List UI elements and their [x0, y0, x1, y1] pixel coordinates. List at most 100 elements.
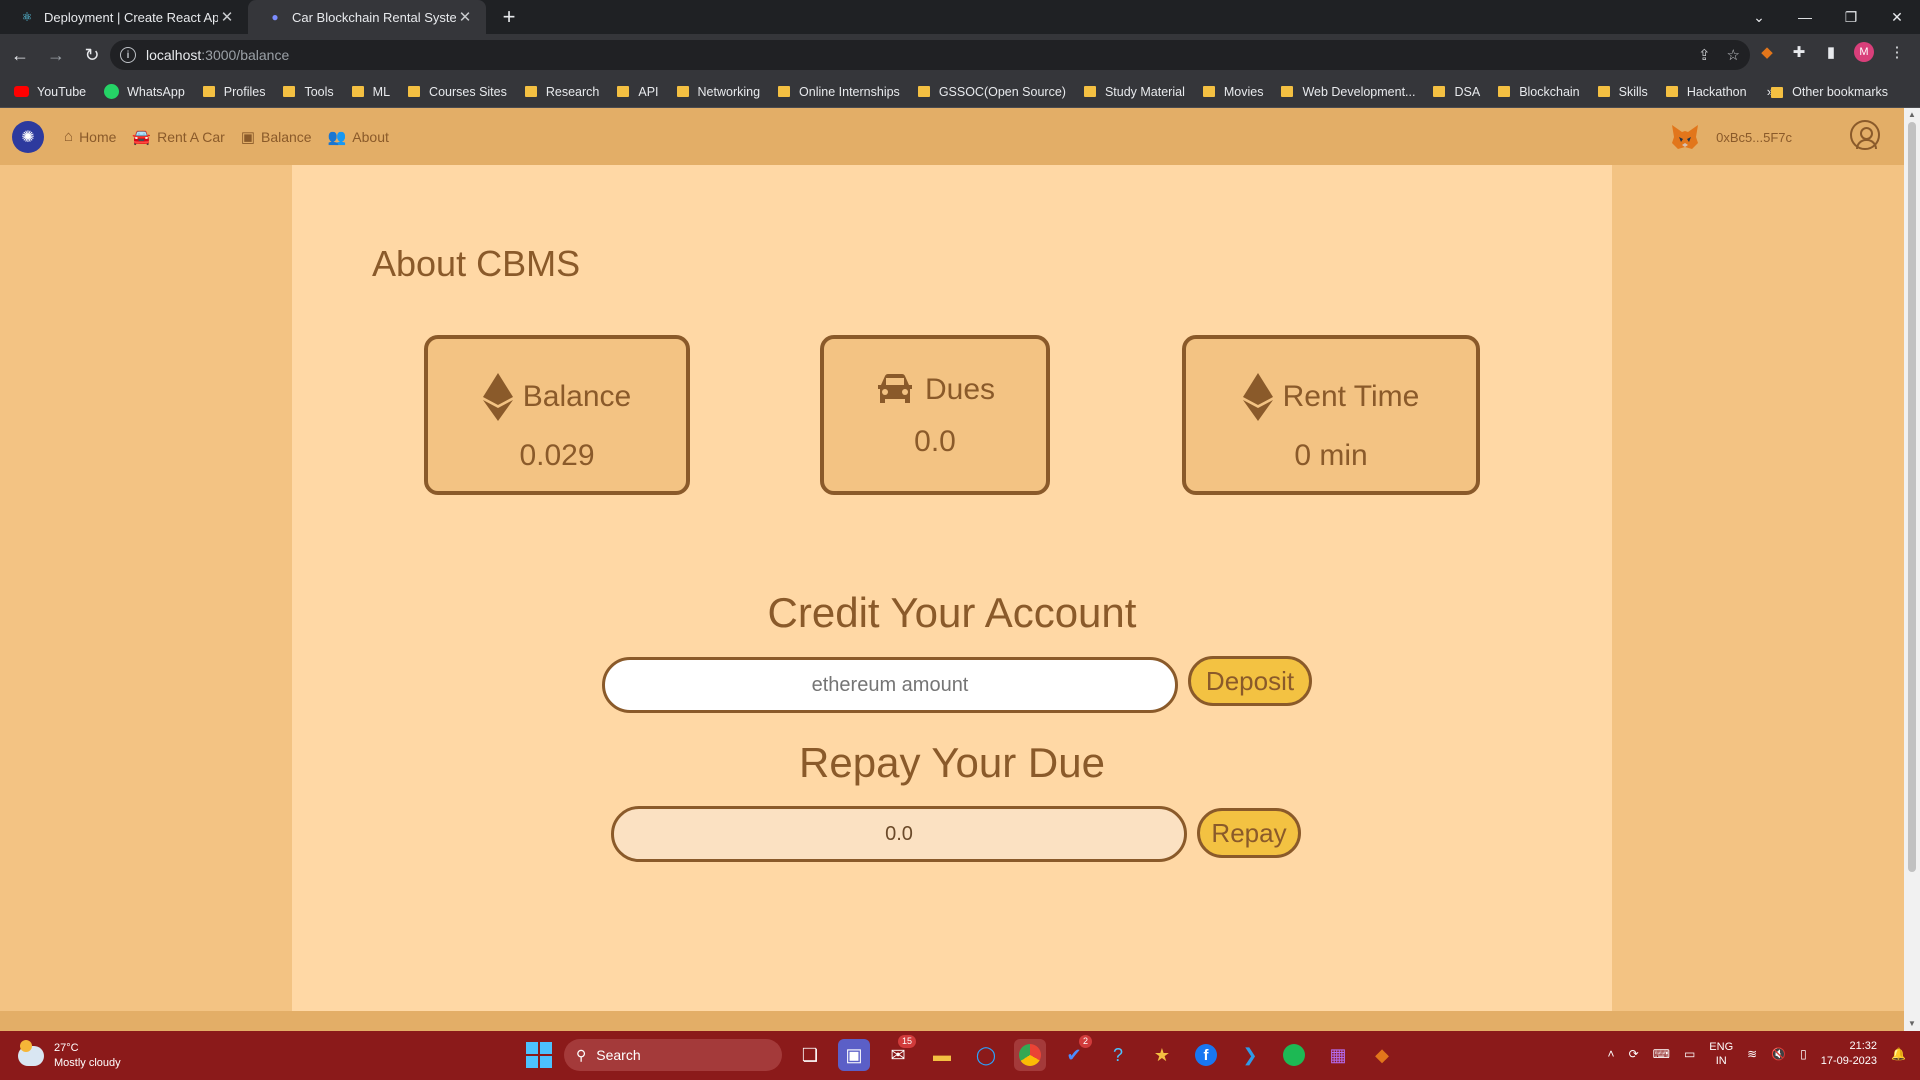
- repay-button[interactable]: Repay: [1197, 808, 1301, 858]
- nav-rent-a-car[interactable]: 🚘 Rent A Car: [132, 128, 224, 146]
- bookmark-online-internships[interactable]: Online Internships: [778, 85, 900, 99]
- bookmark-courses-sites[interactable]: Courses Sites: [408, 85, 507, 99]
- bookmark-profiles[interactable]: Profiles: [202, 85, 265, 99]
- facebook-icon[interactable]: f: [1190, 1039, 1222, 1071]
- clipchamp-icon[interactable]: ▦: [1322, 1039, 1354, 1071]
- bookmark-tools[interactable]: Tools: [283, 85, 334, 99]
- people-icon: 👥: [327, 128, 347, 146]
- bookmark-hackathon[interactable]: Hackathon: [1665, 85, 1747, 99]
- windows-start-icon[interactable]: [526, 1042, 552, 1068]
- bookmark-skills[interactable]: Skills: [1597, 85, 1648, 99]
- car-icon: 🚘: [132, 128, 152, 146]
- display-icon[interactable]: ▭: [1684, 1047, 1695, 1061]
- teams-chat-icon[interactable]: ▣: [838, 1039, 870, 1071]
- bookmark-networking[interactable]: Networking: [676, 85, 760, 99]
- bookmark-research[interactable]: Research: [524, 85, 599, 99]
- cbms-logo-icon[interactable]: ✺: [12, 120, 44, 153]
- tab-title: Deployment | Create React App: [44, 9, 218, 25]
- medal-icon[interactable]: ★: [1146, 1039, 1178, 1071]
- nav-about[interactable]: 👥 About: [328, 128, 389, 146]
- bookmark-whatsapp[interactable]: WhatsApp: [104, 84, 185, 99]
- wallet-icon: ▣: [240, 128, 255, 146]
- taskbar-search[interactable]: ⚲ Search: [564, 1039, 782, 1071]
- wifi-icon[interactable]: ≋: [1747, 1047, 1757, 1061]
- language-indicator[interactable]: ENG IN: [1709, 1040, 1733, 1068]
- bookmark-star-icon[interactable]: ☆: [1727, 46, 1740, 64]
- bookmark-label: Web Development...: [1302, 84, 1416, 99]
- notification-icon[interactable]: 🔔: [1891, 1047, 1906, 1061]
- tab-deployment[interactable]: ⚛ Deployment | Create React App ✕: [0, 0, 248, 34]
- page-scrollbar[interactable]: ▲ ▼: [1904, 108, 1920, 1031]
- restore-button[interactable]: ❐: [1828, 0, 1874, 34]
- new-tab-button[interactable]: +: [496, 4, 522, 30]
- tab-car-blockchain[interactable]: ● Car Blockchain Rental System ✕: [248, 0, 486, 34]
- bookmark-youtube[interactable]: YouTube: [14, 85, 86, 99]
- clock[interactable]: 21:32 17-09-2023: [1821, 1039, 1877, 1069]
- address-bar[interactable]: i localhost:3000/balance ⇪ ☆: [110, 40, 1750, 70]
- volume-muted-icon[interactable]: 🔇: [1771, 1047, 1786, 1061]
- lang-bottom: IN: [1715, 1055, 1727, 1067]
- folder-icon: [1498, 86, 1511, 97]
- tab-search-icon[interactable]: ⌄: [1736, 0, 1782, 34]
- weather-widget[interactable]: 27°C Mostly cloudy: [18, 1040, 121, 1071]
- task-view-icon[interactable]: ❏: [794, 1039, 826, 1071]
- back-button[interactable]: ←: [4, 39, 36, 71]
- deposit-button[interactable]: Deposit: [1188, 656, 1312, 706]
- nav-home[interactable]: ⌂ Home: [64, 128, 116, 145]
- metamask-extension-icon[interactable]: ◆: [1758, 43, 1776, 61]
- vscode-icon[interactable]: ❯: [1234, 1039, 1266, 1071]
- close-window-button[interactable]: ✕: [1874, 0, 1920, 34]
- bookmark-label: Other bookmarks: [1792, 85, 1888, 99]
- close-icon[interactable]: ✕: [456, 8, 474, 26]
- site-info-icon[interactable]: i: [120, 47, 136, 63]
- ethereum-amount-input[interactable]: [602, 657, 1178, 713]
- bookmark-label: WhatsApp: [127, 84, 185, 99]
- bookmark-dsa[interactable]: DSA: [1433, 85, 1480, 99]
- folder-icon: [524, 86, 537, 97]
- chrome-icon[interactable]: [1014, 1039, 1046, 1071]
- page-title: About CBMS: [372, 243, 581, 284]
- extensions-icon[interactable]: ✚: [1790, 43, 1808, 61]
- cortana-icon[interactable]: ◯: [970, 1039, 1002, 1071]
- close-icon[interactable]: ✕: [218, 8, 236, 26]
- forward-button[interactable]: →: [40, 39, 72, 71]
- scroll-up-arrow[interactable]: ▲: [1904, 108, 1920, 122]
- repay-amount-field[interactable]: [611, 806, 1187, 862]
- bookmark-study-material[interactable]: Study Material: [1083, 85, 1185, 99]
- other-bookmarks[interactable]: Other bookmarks: [1771, 76, 1888, 108]
- mail-icon[interactable]: ✉ 15: [882, 1035, 916, 1071]
- file-explorer-icon[interactable]: ▬: [926, 1039, 958, 1071]
- react-icon: ⚛: [21, 10, 33, 24]
- bookmark-web-development[interactable]: Web Development...: [1281, 85, 1415, 99]
- share-icon[interactable]: ⇪: [1698, 46, 1711, 64]
- bookmark-movies[interactable]: Movies: [1202, 85, 1263, 99]
- wallet-info[interactable]: 0xBc5...5F7c: [1670, 123, 1792, 151]
- todo-icon[interactable]: ✔ 2: [1058, 1035, 1092, 1071]
- windows-taskbar: 27°C Mostly cloudy ⚲ Search ❏ ▣ ✉ 15 ▬ ◯ …: [0, 1031, 1920, 1080]
- bookmark-api[interactable]: API: [617, 85, 659, 99]
- metamask-icon[interactable]: ◆: [1366, 1039, 1398, 1071]
- minimize-button[interactable]: —: [1782, 0, 1828, 34]
- bookmark-blockchain[interactable]: Blockchain: [1498, 85, 1580, 99]
- battery-icon[interactable]: ▯: [1800, 1047, 1807, 1061]
- reload-button[interactable]: ↻: [76, 39, 108, 71]
- scroll-down-arrow[interactable]: ▼: [1904, 1017, 1920, 1031]
- sync-icon[interactable]: ⟳: [1629, 1047, 1639, 1061]
- user-account-icon[interactable]: [1850, 120, 1880, 150]
- nav-balance[interactable]: ▣ Balance: [241, 128, 312, 146]
- credit-title: Credit Your Account: [767, 589, 1137, 636]
- menu-icon[interactable]: ⋮: [1888, 43, 1906, 61]
- spotify-icon[interactable]: [1278, 1039, 1310, 1071]
- chevron-up-icon[interactable]: ˄: [1608, 1047, 1615, 1061]
- scrollbar-thumb[interactable]: [1908, 122, 1916, 872]
- keyboard-icon[interactable]: ⌨: [1653, 1047, 1670, 1061]
- bookmark-gssoc[interactable]: GSSOC(Open Source): [917, 85, 1066, 99]
- window-controls: ⌄ — ❐ ✕: [1736, 0, 1920, 34]
- browser-tab-bar: ⚛ Deployment | Create React App ✕ ● Car …: [0, 0, 1920, 34]
- bookmark-ml[interactable]: ML: [351, 85, 390, 99]
- folder-icon: [1433, 86, 1446, 97]
- help-icon[interactable]: ?: [1102, 1039, 1134, 1071]
- side-panel-icon[interactable]: ▮: [1822, 43, 1840, 61]
- weather-desc: Mostly cloudy: [54, 1057, 121, 1069]
- profile-avatar[interactable]: M: [1854, 42, 1874, 62]
